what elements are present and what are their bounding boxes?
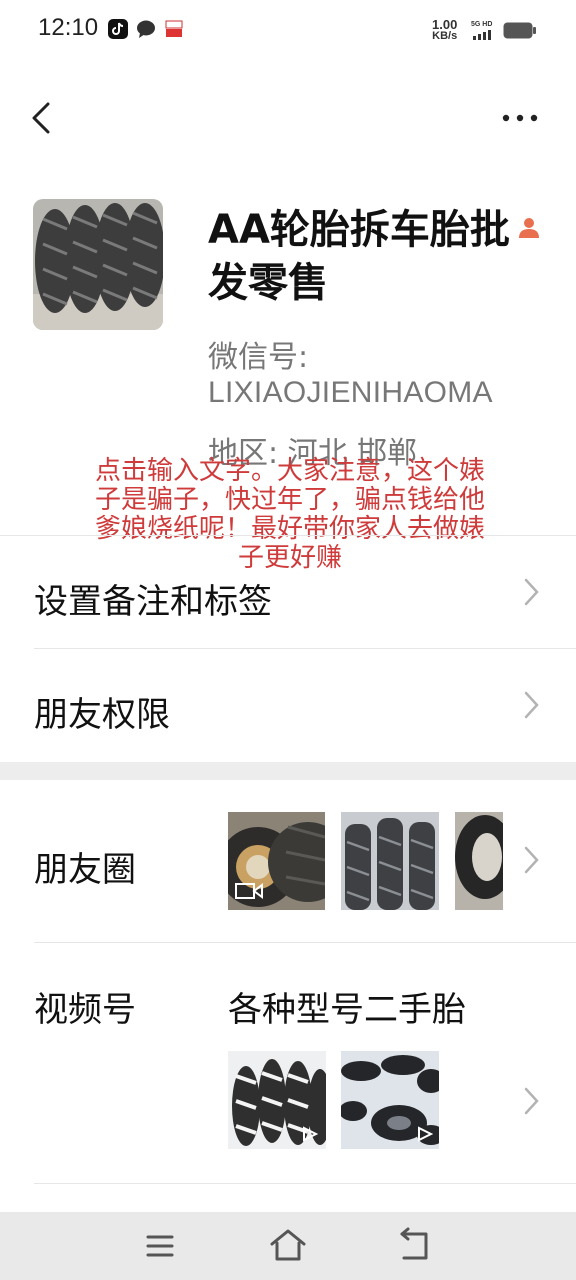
home-icon[interactable] <box>268 1226 308 1266</box>
divider <box>34 1183 576 1184</box>
more-button[interactable] <box>496 100 544 136</box>
channels-thumbnail-1[interactable] <box>228 1051 326 1149</box>
back-button[interactable] <box>22 96 62 140</box>
signal-label: 5G HD <box>471 21 492 28</box>
person-icon <box>519 218 539 238</box>
chat-bubble-icon <box>137 20 155 38</box>
system-navigation-bar <box>0 1212 576 1280</box>
signal-icon: 5G HD <box>471 21 492 40</box>
remark-tags-row[interactable]: 设置备注和标签 <box>0 536 576 648</box>
app-badge-icon <box>165 20 183 37</box>
avatar[interactable] <box>33 199 163 330</box>
moments-row[interactable]: 朋友圈 <box>0 780 576 942</box>
status-bar: 12:10 1.00 KB/s 5G HD <box>0 0 576 60</box>
moments-thumbnail-3[interactable] <box>455 812 503 910</box>
net-speed: 1.00 KB/s <box>432 18 457 42</box>
moments-thumbnail-1[interactable] <box>228 812 325 910</box>
channels-caption: 各种型号二手胎 <box>228 990 466 1030</box>
remark-tags-label: 设置备注和标签 <box>34 582 272 622</box>
moments-label: 朋友圈 <box>34 850 136 890</box>
channels-label: 视频号 <box>34 990 136 1030</box>
channels-thumbnail-2[interactable] <box>341 1051 439 1149</box>
status-time: 12:10 <box>38 14 99 41</box>
friend-permissions-label: 朋友权限 <box>34 695 170 735</box>
moments-thumbnail-2[interactable] <box>341 812 439 910</box>
friend-permissions-row[interactable]: 朋友权限 <box>0 649 576 762</box>
wechat-id-value[interactable]: LIXIAOJIENIHAOMA <box>208 376 493 410</box>
douyin-icon <box>108 19 128 39</box>
profile-name: AA轮胎拆车胎批发零售 <box>208 207 510 306</box>
chevron-right-icon <box>524 691 539 719</box>
net-speed-unit: KB/s <box>432 30 458 42</box>
chevron-right-icon <box>524 1087 539 1115</box>
chevron-right-icon <box>524 578 539 606</box>
menu-lines-icon[interactable] <box>140 1226 180 1266</box>
battery-icon <box>503 22 536 39</box>
section-separator <box>0 762 576 780</box>
tire-stack-image <box>33 199 163 330</box>
chevron-right-icon <box>524 846 539 874</box>
back-arrow-icon[interactable] <box>396 1226 436 1266</box>
wechat-id-label: 微信号: <box>208 340 309 375</box>
